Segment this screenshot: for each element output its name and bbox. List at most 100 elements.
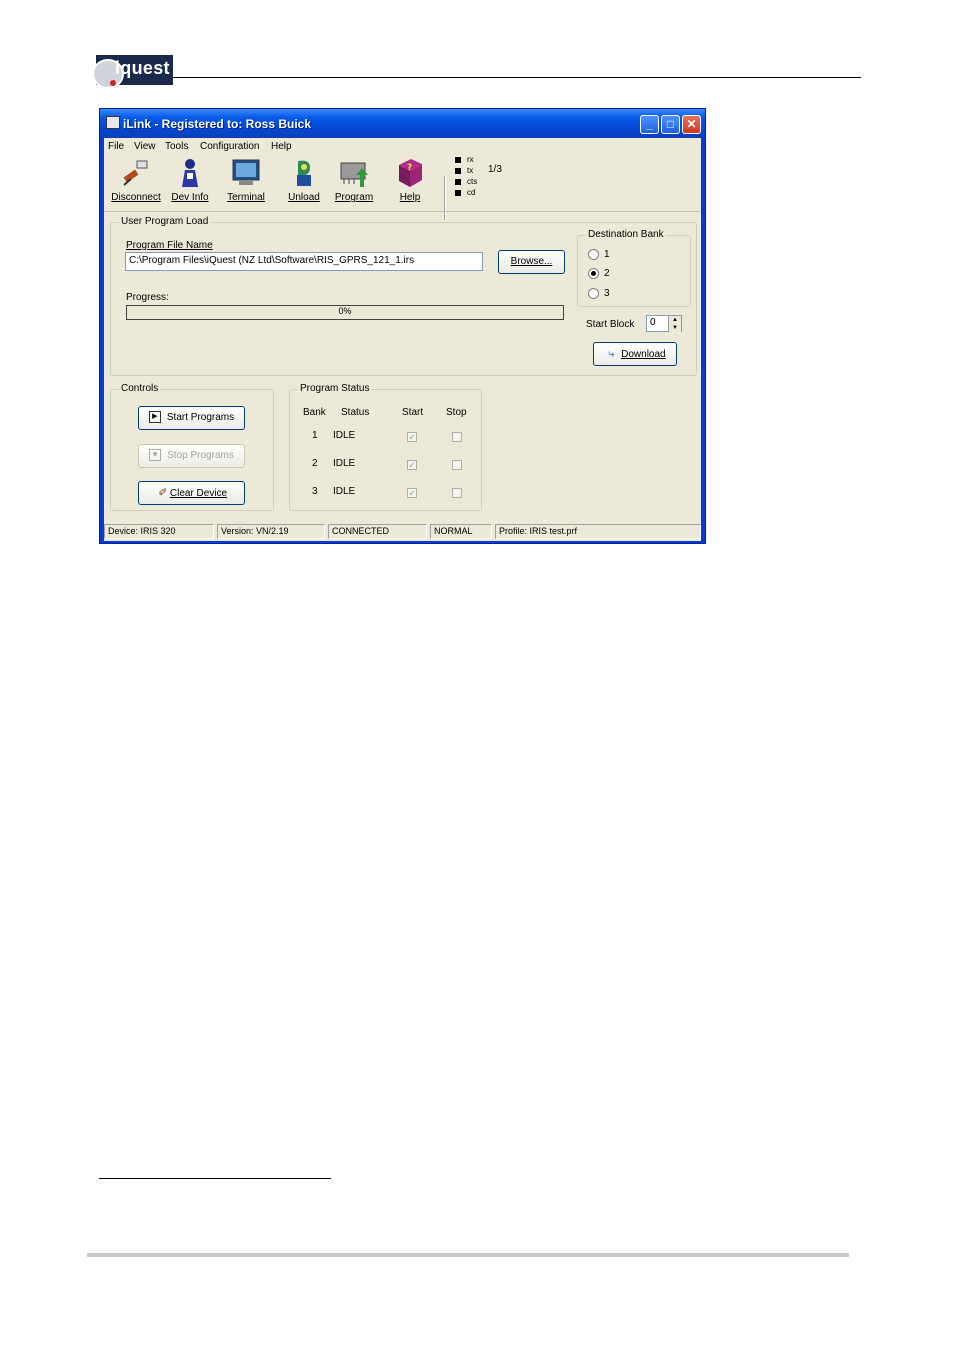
terminal-button[interactable]: Terminal (224, 157, 268, 209)
led-rx-icon (455, 156, 461, 163)
chip-program-icon (339, 157, 369, 189)
led-cd-icon (455, 189, 461, 196)
indicator-value: 1/3 (488, 164, 502, 175)
menu-file[interactable]: File (108, 141, 124, 152)
stop-icon: ■ (149, 449, 162, 462)
dev-info-label: Dev Info (171, 192, 209, 203)
led-cts-icon (455, 178, 461, 185)
minimize-button[interactable]: _ (640, 115, 659, 134)
program-label: Program (334, 192, 374, 203)
status-profile: Profile: IRIS test.prf (495, 524, 701, 539)
start-checkbox[interactable]: ✓ (407, 488, 417, 498)
status-mode: NORMAL (430, 524, 492, 539)
program-status-group: Program Status Bank Status Start Stop 1 … (289, 383, 482, 511)
bank-radio-1[interactable]: 1 (588, 249, 610, 260)
spin-down-icon[interactable]: ▼ (668, 324, 681, 332)
toolbar: Disconnect Dev Info Terminal Unload Prog… (104, 155, 701, 220)
footnote-rule (99, 1178, 331, 1179)
start-block-label: Start Block (586, 319, 635, 330)
help-book-icon: ? (395, 157, 425, 189)
row-bank: 3 (312, 486, 318, 497)
help-button[interactable]: ? Help (388, 157, 432, 209)
header-stop: Stop (446, 407, 467, 418)
bank-radio-3[interactable]: 3 (588, 288, 610, 299)
program-status-caption: Program Status (298, 383, 372, 394)
status-device: Device: IRIS 320 (104, 524, 214, 539)
disconnect-button[interactable]: Disconnect (108, 157, 164, 209)
controls-caption: Controls (119, 383, 161, 394)
logo-text: iquest (115, 58, 170, 78)
monitor-icon (231, 157, 261, 189)
window-client: File View Tools Configuration Help Disco… (104, 138, 701, 541)
clear-device-button[interactable]: ✐ Clear Device (138, 481, 245, 505)
clear-device-label: Clear Device (169, 488, 228, 499)
user-program-load-group: User Program Load Program File Name C:\P… (110, 216, 697, 376)
stop-programs-label: Stop Programs (167, 450, 234, 461)
start-programs-button[interactable]: ▶ Start Programs (138, 406, 245, 430)
led-cd: cd (455, 188, 475, 197)
terminal-label: Terminal (227, 192, 265, 203)
header-status: Status (341, 407, 370, 418)
footer-rule (87, 1253, 849, 1257)
radio-icon (588, 288, 599, 299)
help-label: Help (399, 192, 421, 203)
stop-checkbox[interactable] (452, 432, 462, 442)
logo-dot-icon (110, 80, 116, 86)
menu-help[interactable]: Help (271, 141, 292, 152)
stop-programs-button[interactable]: ■ Stop Programs (138, 444, 245, 468)
download-icon: ⤷ (608, 348, 615, 360)
status-bar: Device: IRIS 320 Version: VN/2.19 CONNEC… (104, 522, 701, 541)
app-icon[interactable] (106, 116, 120, 129)
download-button[interactable]: ⤷ Download (593, 342, 677, 366)
menu-view[interactable]: View (134, 141, 156, 152)
bank-radio-2[interactable]: 2 (588, 268, 610, 279)
menu-configuration[interactable]: Configuration (200, 141, 259, 152)
svg-text:?: ? (407, 163, 412, 173)
spin-up-icon[interactable]: ▲ (668, 316, 681, 324)
row-bank: 1 (312, 430, 318, 441)
broom-icon: ✐ (158, 487, 168, 499)
disconnect-plug-icon (121, 157, 151, 189)
person-info-icon (175, 157, 205, 189)
row-status: IDLE (333, 430, 356, 441)
maximize-button[interactable]: □ (661, 115, 680, 134)
stop-checkbox[interactable] (452, 488, 462, 498)
browse-label: Browse... (510, 256, 553, 267)
destination-bank-group: Destination Bank 1 2 3 (577, 229, 691, 307)
row-status: IDLE (333, 486, 356, 497)
browse-button[interactable]: Browse... (498, 250, 565, 274)
led-rx: rx (455, 155, 474, 164)
start-block-spinner[interactable]: 0 ▲ ▼ (646, 315, 682, 332)
disconnect-label: Disconnect (111, 192, 161, 203)
start-checkbox[interactable]: ✓ (407, 432, 417, 442)
iquest-logo: iquest (92, 55, 173, 89)
header-bank: Bank (303, 407, 326, 418)
menu-tools[interactable]: Tools (165, 141, 188, 152)
download-label: Download (621, 349, 666, 360)
led-cts: cts (455, 177, 477, 186)
toolbar-separator (444, 176, 446, 220)
program-file-label: Program File Name (126, 240, 213, 251)
program-button[interactable]: Program (332, 157, 376, 209)
window-title: iLink - Registered to: Ross Buick (123, 117, 312, 131)
title-bar[interactable]: iLink - Registered to: Ross Buick _ □ ✕ (100, 109, 705, 138)
stop-checkbox[interactable] (452, 460, 462, 470)
unload-label: Unload (288, 192, 320, 203)
start-checkbox[interactable]: ✓ (407, 460, 417, 470)
progress-text: 0% (338, 306, 352, 316)
header-start: Start (402, 407, 424, 418)
progress-label: Progress: (126, 292, 169, 303)
row-status: IDLE (333, 458, 356, 469)
row-bank: 2 (312, 458, 318, 469)
program-file-field[interactable]: C:\Program Files\iQuest (NZ Ltd\Software… (125, 252, 483, 271)
dev-info-button[interactable]: Dev Info (168, 157, 212, 209)
unload-button[interactable]: Unload (282, 157, 326, 209)
start-programs-label: Start Programs (166, 412, 235, 423)
progress-bar: 0% (126, 305, 564, 320)
user-program-load-caption: User Program Load (119, 216, 211, 227)
close-button[interactable]: ✕ (682, 115, 701, 134)
ilink-window: iLink - Registered to: Ross Buick _ □ ✕ … (99, 108, 706, 544)
radio-icon (588, 249, 599, 260)
menu-bar: File View Tools Configuration Help (104, 138, 701, 155)
start-block-value: 0 (650, 317, 656, 328)
